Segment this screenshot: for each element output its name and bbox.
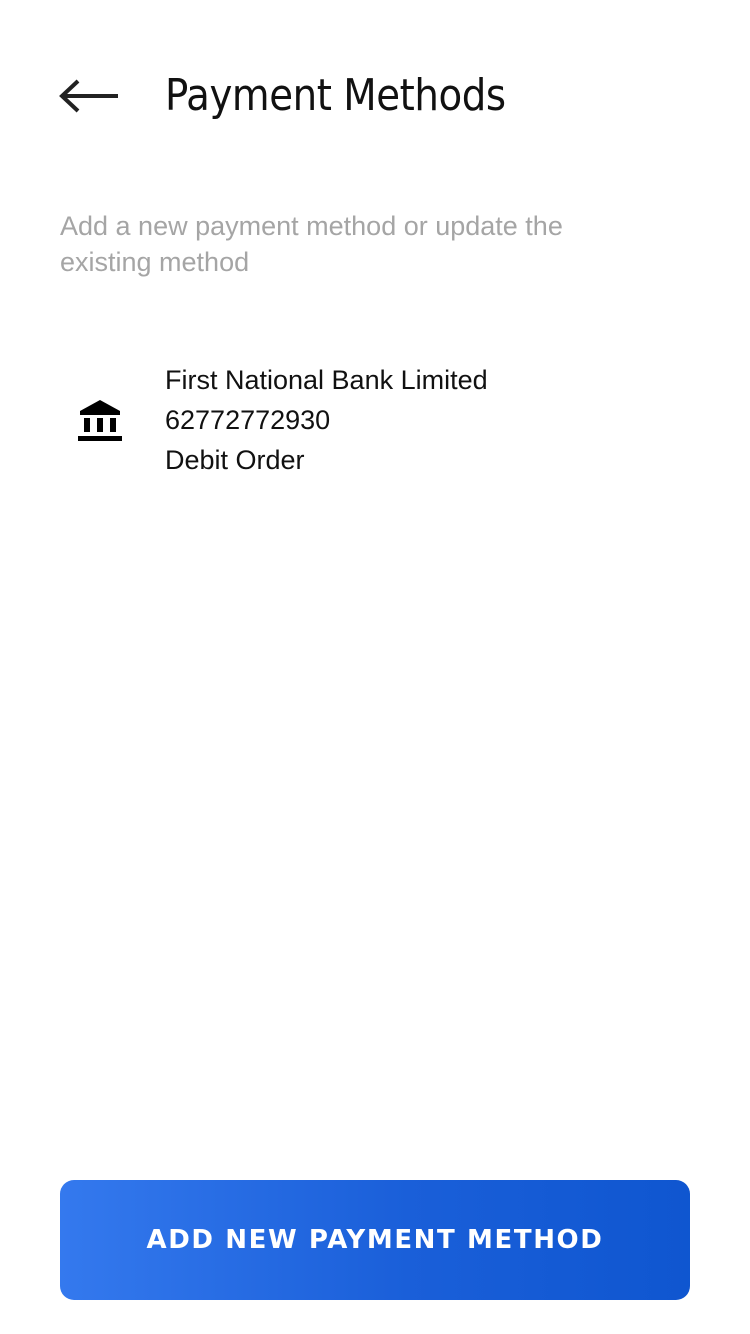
account-number: 62772772930	[165, 405, 331, 435]
bank-icon	[78, 400, 122, 444]
payment-method-item[interactable]: First National Bank Limited 62772772930 …	[60, 360, 690, 480]
page-subtitle: Add a new payment method or update the e…	[60, 211, 563, 277]
payment-method-details: First National Bank Limited 62772772930 …	[165, 360, 488, 480]
add-payment-method-label: ADD NEW PAYMENT METHOD	[146, 1225, 604, 1255]
payment-type: Debit Order	[165, 445, 305, 475]
back-button[interactable]	[58, 70, 128, 122]
bank-name: First National Bank Limited	[165, 365, 488, 395]
header: Payment Methods	[0, 0, 750, 190]
add-payment-method-button[interactable]: ADD NEW PAYMENT METHOD	[60, 1180, 690, 1300]
arrow-left-icon	[59, 79, 118, 113]
page-title: Payment Methods	[165, 70, 506, 121]
